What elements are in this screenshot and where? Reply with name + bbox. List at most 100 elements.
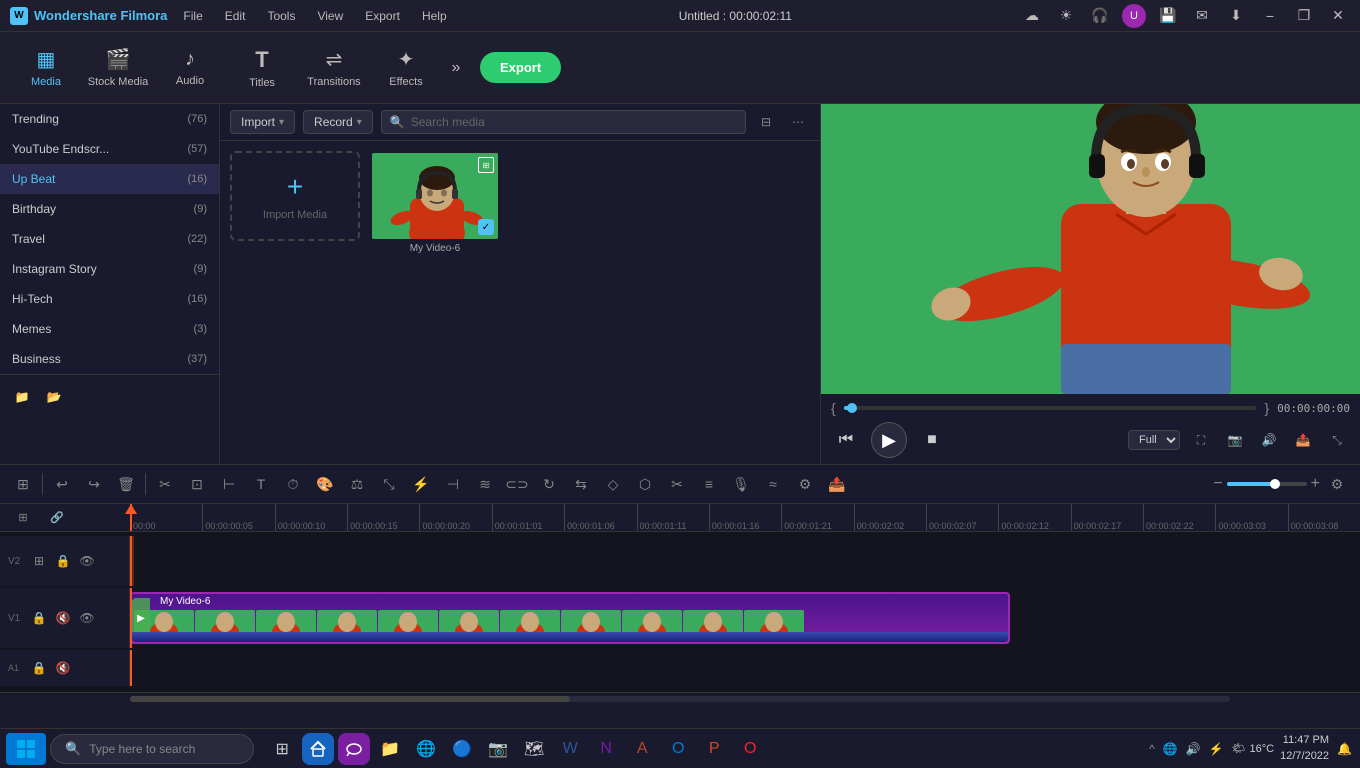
export-frame-icon[interactable]: 📤 — [1290, 427, 1316, 453]
panel-item-upbeat[interactable]: Up Beat (16) — [0, 164, 219, 194]
taskbar-task-view[interactable]: ⊞ — [266, 733, 298, 765]
panel-folder-button[interactable]: 📂 — [40, 383, 68, 411]
keyframe-tool[interactable]: ◇ — [598, 469, 628, 499]
bracket-right-icon[interactable]: } — [1264, 400, 1269, 416]
panel-item-birthday[interactable]: Birthday (9) — [0, 194, 219, 224]
quality-select[interactable]: Full 1/2 1/4 — [1128, 430, 1180, 450]
panel-item-youtube[interactable]: YouTube Endscr... (57) — [0, 134, 219, 164]
export-tool[interactable]: 📤 — [822, 469, 852, 499]
import-placeholder[interactable]: + Import Media — [230, 151, 360, 241]
media-search-box[interactable]: 🔍 — [381, 110, 746, 134]
subtitle-tool[interactable]: ≡ — [694, 469, 724, 499]
track-1-visible-icon[interactable]: 👁 — [78, 609, 96, 627]
track-1-lock-icon[interactable]: 🔒 — [30, 609, 48, 627]
fullscreen-icon[interactable]: ⛶ — [1188, 427, 1214, 453]
audio-tool-2[interactable]: ≈ — [758, 469, 788, 499]
audio-eq-tool[interactable]: ⊂⊃ — [502, 469, 532, 499]
stabilize-tool[interactable]: ⚖ — [342, 469, 372, 499]
tray-network-icon[interactable]: 🌐 — [1161, 740, 1180, 758]
track-2-add-icon[interactable]: ⊞ — [30, 552, 48, 570]
transform-tool[interactable]: ⤡ — [374, 469, 404, 499]
tab-effects[interactable]: ✦ Effects — [370, 35, 442, 101]
snap-icon[interactable]: ⊞ — [8, 504, 38, 532]
panel-item-trending[interactable]: Trending (76) — [0, 104, 219, 134]
mask-tool[interactable]: ⬡ — [630, 469, 660, 499]
track-2-lock-icon[interactable]: 🔒 — [54, 552, 72, 570]
tab-stock-media[interactable]: 🎬 Stock Media — [82, 35, 154, 101]
tab-audio[interactable]: ♪ Audio — [154, 35, 226, 101]
tab-titles[interactable]: T Titles — [226, 35, 298, 101]
play-button[interactable]: ▶ — [871, 422, 907, 458]
toolbar-more-button[interactable]: » — [442, 54, 470, 82]
menu-view[interactable]: View — [313, 7, 347, 25]
user-avatar[interactable]: U — [1122, 4, 1146, 28]
taskbar-clock[interactable]: 11:47 PM 12/7/2022 — [1280, 733, 1329, 764]
auto-tool[interactable]: ⚙ — [790, 469, 820, 499]
trim-tool[interactable]: ⊢ — [214, 469, 244, 499]
volume-icon[interactable]: 🔊 — [1256, 427, 1282, 453]
speed-tool[interactable]: ⚡ — [406, 469, 436, 499]
settings-tool[interactable]: ⚙ — [1322, 469, 1352, 499]
audio-track-mute-icon[interactable]: 🔇 — [54, 659, 72, 677]
taskbar-onenote[interactable]: N — [590, 733, 622, 765]
track-1-mute-icon[interactable]: 🔇 — [54, 609, 72, 627]
zoom-plus-icon[interactable]: + — [1311, 475, 1320, 493]
cloud-icon[interactable]: ☁ — [1020, 4, 1044, 28]
record-button[interactable]: Record ▾ — [303, 110, 373, 134]
panel-item-hitech[interactable]: Hi-Tech (16) — [0, 284, 219, 314]
screenshot-icon[interactable]: 📷 — [1222, 427, 1248, 453]
taskbar-outlook[interactable]: O — [662, 733, 694, 765]
taskbar-edge[interactable]: 🌐 — [410, 733, 442, 765]
close-button[interactable]: ✕ — [1326, 4, 1350, 28]
menu-export[interactable]: Export — [361, 7, 404, 25]
track-2-visible-icon[interactable]: 👁 — [78, 552, 96, 570]
tray-arrow-icon[interactable]: ^ — [1147, 740, 1157, 758]
delete-button[interactable]: 🗑 — [111, 469, 141, 499]
minimize-button[interactable]: − — [1258, 4, 1282, 28]
menu-edit[interactable]: Edit — [221, 7, 250, 25]
menu-tools[interactable]: Tools — [263, 7, 299, 25]
zoom-track[interactable] — [1227, 482, 1307, 486]
text-tool[interactable]: T — [246, 469, 276, 499]
export-button[interactable]: Export — [480, 52, 561, 83]
taskbar-access[interactable]: A — [626, 733, 658, 765]
taskbar-widget[interactable] — [302, 733, 334, 765]
panel-item-memes[interactable]: Memes (3) — [0, 314, 219, 344]
mic-tool[interactable]: 🎙 — [726, 469, 756, 499]
multi-select-tool[interactable]: ⊞ — [8, 469, 38, 499]
ai-cut-tool[interactable]: ✂ — [662, 469, 692, 499]
audio-mix-tool[interactable]: ≋ — [470, 469, 500, 499]
media-search-input[interactable] — [411, 115, 737, 129]
flip-tool[interactable]: ⇆ — [566, 469, 596, 499]
tray-volume-icon[interactable]: 🔊 — [1184, 740, 1203, 758]
panel-new-folder-button[interactable]: 📁 — [8, 383, 36, 411]
media-more-icon[interactable]: ⋯ — [786, 110, 810, 134]
taskbar-instagram[interactable]: 📷 — [482, 733, 514, 765]
menu-file[interactable]: File — [179, 7, 206, 25]
taskbar-explorer[interactable]: 📁 — [374, 733, 406, 765]
bracket-left-icon[interactable]: { — [831, 400, 836, 416]
rotate-tool[interactable]: ↻ — [534, 469, 564, 499]
save-icon[interactable]: 💾 — [1156, 4, 1180, 28]
headset-icon[interactable]: 🎧 — [1088, 4, 1112, 28]
taskbar-weather[interactable]: 🌤 16°C — [1232, 742, 1275, 755]
cut-tool[interactable]: ✂ — [150, 469, 180, 499]
taskbar-word[interactable]: W — [554, 733, 586, 765]
prev-frame-button[interactable]: ⏮ — [831, 425, 861, 455]
color-tool[interactable]: 🎨 — [310, 469, 340, 499]
filter-icon[interactable]: ⊟ — [754, 110, 778, 134]
split-tool[interactable]: ⊣ — [438, 469, 468, 499]
video-clip[interactable]: ▶ My Video-6 — [130, 592, 1010, 644]
zoom-minus-icon[interactable]: − — [1213, 475, 1222, 493]
taskbar-opera[interactable]: O — [734, 733, 766, 765]
link-icon[interactable]: 🔗 — [42, 504, 72, 532]
taskbar-maps[interactable]: 🗺 — [518, 733, 550, 765]
scrollbar-track[interactable] — [130, 696, 1230, 702]
tab-media[interactable]: ▦ Media — [10, 35, 82, 101]
taskbar-chat[interactable] — [338, 733, 370, 765]
start-button[interactable] — [6, 733, 46, 765]
redo-button[interactable]: ↪ — [79, 469, 109, 499]
panel-item-business[interactable]: Business (37) — [0, 344, 219, 374]
maximize-button[interactable]: ❐ — [1292, 4, 1316, 28]
notification-center-icon[interactable]: 🔔 — [1335, 740, 1354, 758]
